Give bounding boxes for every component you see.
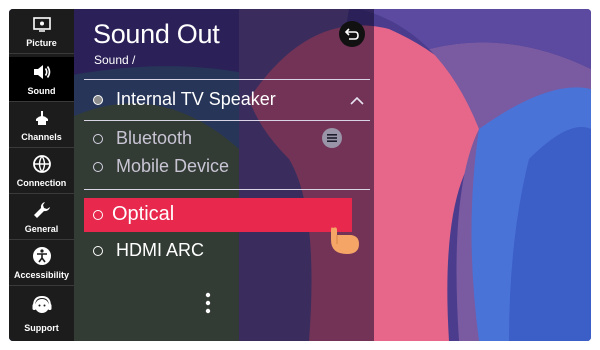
radio-unselected — [93, 246, 103, 256]
radio-unselected — [93, 162, 103, 172]
sidebar-item-label: General — [24, 224, 59, 234]
sidebar-item-label: Accessibility — [13, 270, 70, 280]
more-vertical-icon[interactable] — [205, 292, 211, 319]
connection-icon — [9, 153, 74, 175]
hand-pointer-icon — [327, 224, 361, 263]
divider — [84, 189, 370, 190]
sidebar-item-label: Picture — [26, 38, 57, 48]
option-label: Internal TV Speaker — [116, 89, 276, 109]
option-internal-tv-speaker[interactable]: Internal TV Speaker — [84, 85, 370, 115]
breadcrumb: Sound / — [94, 53, 136, 67]
option-label: HDMI ARC — [116, 240, 205, 260]
option-mobile-device[interactable]: Mobile Device — [84, 152, 370, 182]
sidebar-item-label: Connection — [16, 178, 67, 188]
wrench-icon — [9, 199, 74, 221]
sidebar-item-sound[interactable]: Sound — [9, 57, 74, 102]
option-optical[interactable]: Optical — [84, 198, 352, 232]
sidebar-item-support[interactable]: Support — [9, 289, 74, 341]
page-title: Sound Out — [93, 19, 220, 49]
option-label: Mobile Device — [116, 156, 230, 176]
back-arrow-icon — [344, 28, 359, 40]
radio-unselected — [93, 210, 103, 220]
list-icon[interactable] — [322, 128, 342, 148]
sidebar-item-picture[interactable]: Picture — [9, 9, 74, 54]
settings-sidebar: Picture Sound Channels Connection Genera… — [9, 9, 74, 341]
chevron-up-icon[interactable] — [350, 93, 364, 111]
support-icon — [9, 295, 74, 317]
sidebar-item-channels[interactable]: Channels — [9, 103, 74, 148]
divider — [84, 120, 370, 121]
speaker-icon — [9, 61, 74, 83]
divider — [84, 79, 370, 80]
sidebar-item-accessibility[interactable]: Accessibility — [9, 241, 74, 286]
option-label: Bluetooth — [116, 128, 193, 148]
option-label: Optical — [112, 203, 175, 225]
sidebar-item-connection[interactable]: Connection — [9, 149, 74, 194]
sidebar-item-label: Sound — [27, 86, 56, 96]
radio-selected — [93, 95, 103, 105]
back-button[interactable] — [339, 21, 365, 47]
sidebar-item-label: Support — [24, 323, 59, 333]
sidebar-item-general[interactable]: General — [9, 195, 74, 240]
picture-icon — [9, 13, 74, 35]
accessibility-icon — [9, 245, 74, 267]
sidebar-item-label: Channels — [21, 132, 62, 142]
tv-screen: Picture Sound Channels Connection Genera… — [9, 9, 591, 341]
antenna-icon — [9, 107, 74, 129]
radio-unselected — [93, 134, 103, 144]
